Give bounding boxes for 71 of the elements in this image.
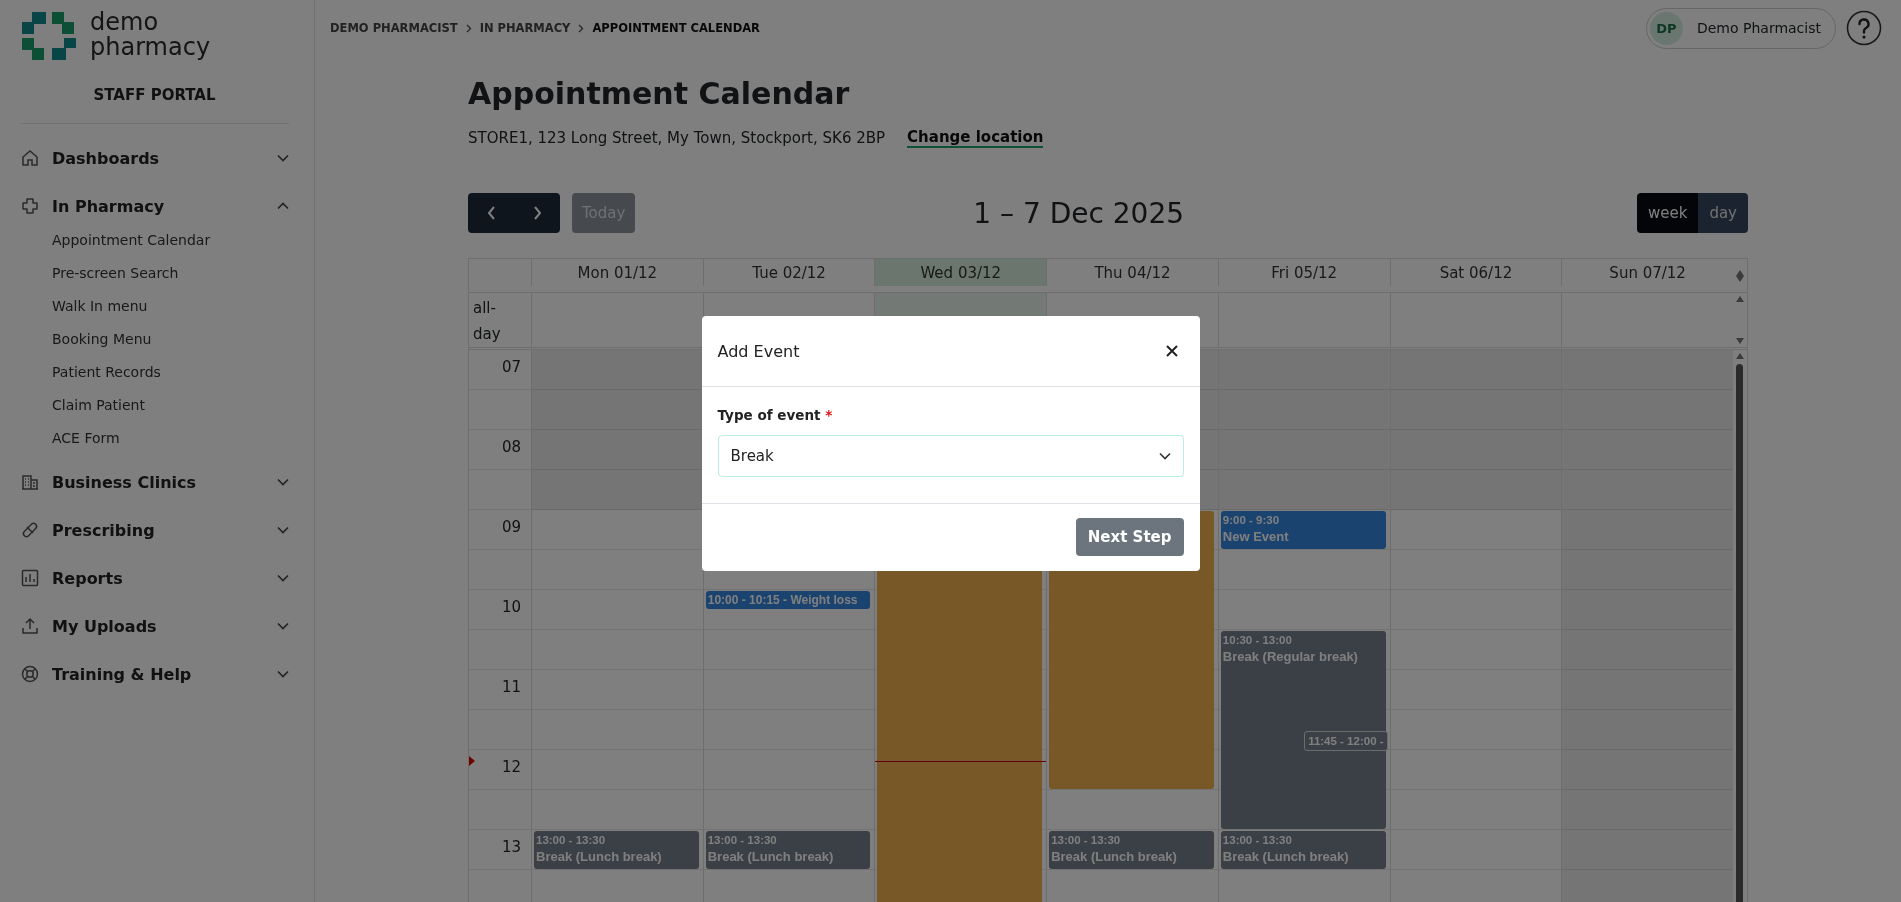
hour-label: 13 (501, 838, 521, 856)
sidebar-item[interactable]: My Uploads (20, 606, 289, 646)
logo-text: demo pharmacy (90, 10, 212, 60)
logo-icon (20, 10, 78, 60)
calendar-event[interactable]: 11:45 - 12:00 - (1304, 731, 1388, 751)
calendar-event[interactable]: 13:00 - 13:30 Break (Lunch break) (705, 831, 871, 869)
sidebar-item[interactable]: Reports (20, 558, 289, 598)
sidebar-subitem[interactable]: Claim Patient (52, 396, 145, 413)
day-header: Sun 07/12 (1561, 259, 1733, 286)
upload-icon (20, 616, 40, 636)
sidebar-item[interactable]: Dashboards (20, 138, 289, 178)
calendar-event[interactable]: 13:00 - 13:30 Break (Lunch break) (534, 831, 699, 869)
home-icon (20, 148, 40, 168)
date-range: 1 – 7 Dec 2025 (972, 196, 1185, 230)
hour-label: 10 (501, 598, 521, 616)
calendar-event[interactable]: 13:00 - 13:30 Break (Lunch break) (1049, 831, 1214, 869)
calendar-event[interactable]: 10:00 - 10:15 - Weight loss (705, 591, 871, 609)
event-type-select[interactable]: Break (717, 435, 1184, 477)
day-header: Mon 01/12 (531, 259, 703, 286)
sidebar-item[interactable]: In Pharmacy (20, 186, 289, 226)
breadcrumb-link[interactable]: APPOINTMENT CALENDAR (592, 21, 760, 35)
sidebar-item[interactable]: Business Clinics (20, 462, 289, 502)
breadcrumb-link[interactable]: DEMO PHARMACIST (330, 21, 458, 35)
day-header: Thu 04/12 (1046, 259, 1218, 286)
page-title: Appointment Calendar (468, 75, 851, 113)
help-icon[interactable] (1846, 10, 1882, 46)
breadcrumb-link[interactable]: IN PHARMACY (479, 21, 571, 35)
scrollbar-thumb[interactable] (1736, 364, 1744, 902)
hour-label: 07 (501, 358, 521, 376)
scroll-up-icon (1736, 296, 1744, 302)
hour-label: 11 (501, 678, 521, 696)
hour-label: 08 (501, 438, 521, 456)
day-header: Fri 05/12 (1217, 259, 1390, 286)
portal-title: STAFF PORTAL (93, 86, 216, 104)
change-location-link[interactable]: Change location (907, 128, 1044, 148)
building-icon (20, 472, 40, 492)
scroll-down-icon (1736, 275, 1744, 282)
close-icon[interactable] (1165, 345, 1178, 357)
sidebar-item[interactable]: Prescribing (20, 510, 289, 550)
view-tab[interactable]: day (1698, 193, 1748, 233)
sidebar-subitem[interactable]: Patient Records (52, 363, 161, 380)
store-address: STORE1, 123 Long Street, My Town, Stockport, SK6 2BP (468, 129, 886, 147)
lifebuoy-icon (20, 664, 40, 684)
sidebar-subitem[interactable]: Booking Menu (52, 330, 152, 347)
scroll-up-icon (1736, 353, 1744, 359)
scroll-up-icon (1736, 269, 1744, 276)
day-header: Wed 03/12 (874, 259, 1047, 286)
sidebar-subitem[interactable]: Walk In menu (52, 297, 148, 314)
calendar-event[interactable]: 13:00 - 13:30 Break (Lunch break) (1220, 831, 1386, 869)
pill-icon (20, 520, 40, 540)
sidebar-subitem[interactable]: Appointment Calendar (52, 231, 211, 248)
hour-label: 12 (501, 758, 521, 776)
view-tab[interactable]: week (1637, 193, 1699, 233)
chevron-right-icon (578, 23, 585, 33)
next-step-button[interactable]: Next Step (1075, 518, 1184, 556)
hour-label: 09 (501, 518, 521, 536)
all-day-label: all-day (473, 298, 502, 345)
dialog-title: Add Event (717, 341, 800, 361)
calendar-event[interactable]: 9:00 - 9:30 New Event (1220, 511, 1386, 549)
sidebar-subitem[interactable]: ACE Form (52, 429, 120, 446)
now-indicator-icon (469, 755, 475, 766)
field-label: Type of event * (717, 407, 834, 423)
cross-icon (20, 196, 40, 216)
bar-chart-icon (20, 568, 40, 588)
caret-icon (1158, 452, 1171, 460)
scroll-down-icon (1736, 338, 1744, 344)
user-avatar: DP (1649, 11, 1683, 45)
sidebar-item[interactable]: Training & Help (20, 654, 289, 694)
sidebar-subitem[interactable]: Pre-screen Search (52, 264, 179, 281)
day-header: Sat 06/12 (1389, 259, 1562, 286)
chevron-right-icon (465, 23, 472, 33)
